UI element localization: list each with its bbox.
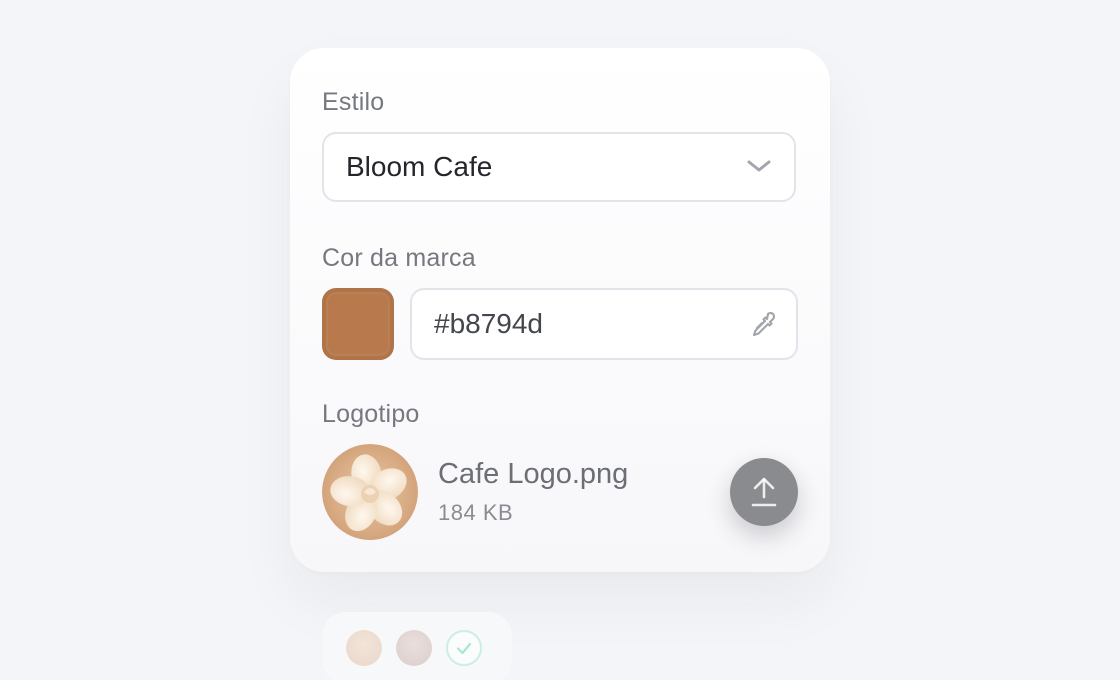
- stage: Estilo Bloom Cafe Cor da marca Logotipo: [0, 0, 1120, 680]
- brand-color-label: Cor da marca: [322, 244, 476, 272]
- flower-logo-image: [322, 444, 418, 540]
- step-dot-2[interactable]: [396, 630, 432, 666]
- brand-color-hex-input[interactable]: [434, 290, 724, 358]
- brand-color-field[interactable]: [410, 288, 798, 360]
- eyedropper-icon[interactable]: [748, 310, 778, 340]
- upload-icon: [751, 477, 777, 507]
- step-indicator: [322, 612, 512, 680]
- check-icon: [456, 642, 472, 655]
- step-dot-complete[interactable]: [446, 630, 482, 666]
- logo-file-size: 184 KB: [438, 500, 514, 525]
- style-select-value: Bloom Cafe: [346, 151, 493, 182]
- logo-thumbnail: [322, 444, 418, 540]
- chevron-down-icon: [747, 160, 771, 172]
- brand-settings-card: Estilo Bloom Cafe Cor da marca Logotipo: [290, 48, 830, 572]
- upload-button[interactable]: [730, 458, 798, 526]
- logo-file-name: Cafe Logo.png: [438, 458, 629, 490]
- style-select[interactable]: Bloom Cafe: [322, 132, 796, 202]
- logo-label: Logotipo: [322, 400, 420, 428]
- style-label: Estilo: [322, 88, 385, 116]
- brand-color-swatch[interactable]: [322, 288, 394, 360]
- step-dot-1[interactable]: [346, 630, 382, 666]
